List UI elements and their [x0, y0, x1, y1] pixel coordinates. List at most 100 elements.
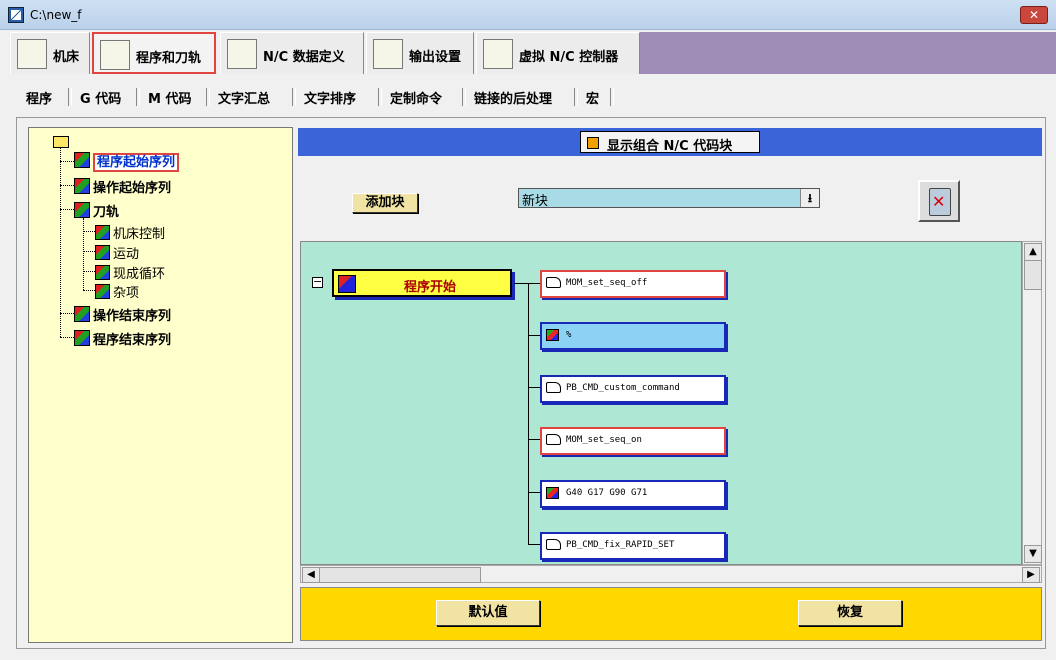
sequence-cube-icon: [74, 202, 90, 218]
sequence-tree: 程序起始序列 操作起始序列 刀轨 机床控制 运动 现成循环 杂项 操作结束序列 …: [28, 127, 293, 643]
connector-line: [528, 283, 540, 284]
tree-line: [60, 185, 74, 186]
sequence-cube-icon: [95, 245, 110, 260]
tab-bar-filler: [640, 32, 1056, 74]
subtab-m-code[interactable]: M 代码: [148, 88, 191, 107]
tab-machine-tool[interactable]: 机床: [10, 32, 90, 74]
trash-button[interactable]: ✕: [918, 180, 960, 222]
block-label: MOM_set_seq_on: [566, 435, 642, 445]
connector-line: [514, 283, 528, 284]
program-start-event[interactable]: 程序开始: [332, 269, 512, 297]
tree-item-label: 刀轨: [93, 205, 120, 220]
cube-icon: [546, 329, 559, 341]
tab-separator: [292, 88, 296, 106]
dropdown-arrow-icon[interactable]: ⭳: [800, 189, 819, 207]
subtab-macro[interactable]: 宏: [586, 88, 599, 107]
machine-tool-icon: [17, 39, 47, 69]
tree-item-program-end-sequence[interactable]: 程序结束序列: [74, 329, 171, 348]
block-g40-g17-g90-g71[interactable]: G40 G17 G90 G71: [540, 480, 726, 508]
hand-icon: [546, 277, 561, 288]
subtab-program[interactable]: 程序: [26, 88, 52, 107]
connector-line: [528, 492, 540, 493]
collapse-toggle[interactable]: −: [312, 276, 323, 288]
block-mom-set-seq-off[interactable]: MOM_set_seq_off: [540, 270, 726, 298]
show-combined-label: 显示组合 N/C 代码块: [607, 139, 733, 154]
scroll-down-icon[interactable]: ▼: [1024, 545, 1042, 563]
tab-label: N/C 数据定义: [263, 50, 345, 65]
hand-icon: [546, 539, 561, 550]
scroll-thumb[interactable]: [1024, 260, 1042, 290]
block-mom-set-seq-on[interactable]: MOM_set_seq_on: [540, 427, 726, 455]
subtab-linked-post[interactable]: 链接的后处理: [474, 88, 552, 107]
sub-tab-bar: 程序 G 代码 M 代码 文字汇总 文字排序 定制命令 链接的后处理 宏: [12, 84, 632, 112]
tree-item-canned-cycle[interactable]: 现成循环: [95, 263, 165, 282]
tree-item-label: 程序结束序列: [93, 333, 172, 348]
tree-line: [60, 147, 61, 337]
restore-button[interactable]: 恢复: [798, 600, 902, 626]
block-label: PB_CMD_fix_RAPID_SET: [566, 540, 675, 550]
connector-line: [528, 283, 529, 545]
new-block-dropdown[interactable]: 新块 ⭳: [518, 188, 820, 209]
block-percent[interactable]: %: [540, 322, 726, 350]
tab-label: 程序和刀轨: [136, 51, 202, 66]
tree-line: [60, 337, 74, 338]
tab-label: 虚拟 N/C 控制器: [519, 50, 619, 65]
block-pb-cmd-custom-command[interactable]: PB_CMD_custom_command: [540, 375, 726, 403]
tab-output-settings[interactable]: 输出设置: [366, 32, 474, 74]
connector-line: [528, 544, 540, 545]
tab-separator: [610, 88, 614, 106]
cube-icon: [546, 487, 559, 499]
tree-item-label: 杂项: [113, 286, 140, 301]
tree-item-misc[interactable]: 杂项: [95, 282, 139, 301]
tree-item-motion[interactable]: 运动: [95, 243, 139, 262]
block-label: MOM_set_seq_off: [566, 278, 648, 288]
tab-program-and-toolpath[interactable]: 程序和刀轨: [92, 32, 216, 74]
scroll-right-icon[interactable]: ▶: [1022, 567, 1040, 583]
tree-item-label: 操作起始序列: [93, 181, 172, 196]
tab-separator: [462, 88, 466, 106]
tree-item-operation-end-sequence[interactable]: 操作结束序列: [74, 305, 171, 324]
footer-bar: [300, 587, 1042, 641]
tab-virtual-nc-controller[interactable]: 虚拟 N/C 控制器: [476, 32, 640, 74]
block-pb-cmd-fix-rapid-set[interactable]: PB_CMD_fix_RAPID_SET: [540, 532, 726, 560]
scroll-left-icon[interactable]: ◀: [302, 567, 320, 583]
tree-item-label: 现成循环: [113, 267, 166, 282]
tree-line: [83, 231, 95, 232]
tab-label: 输出设置: [409, 50, 462, 65]
close-button[interactable]: ✕: [1020, 6, 1048, 24]
tree-item-operation-start-sequence[interactable]: 操作起始序列: [74, 177, 171, 196]
window-title: C:\new_f: [30, 8, 82, 22]
connector-line: [528, 387, 540, 388]
connector-line: [528, 335, 540, 336]
subtab-custom-command[interactable]: 定制命令: [390, 88, 442, 107]
subtab-g-code[interactable]: G 代码: [80, 88, 121, 107]
title-bar: C:\new_f ✕: [0, 0, 1056, 30]
tree-item-toolpath[interactable]: 刀轨: [74, 201, 119, 220]
subtab-word-sequencing[interactable]: 文字排序: [304, 88, 356, 107]
default-button[interactable]: 默认值: [436, 600, 540, 626]
app-icon: [8, 7, 24, 23]
vertical-scrollbar[interactable]: ▲ ▼: [1022, 241, 1042, 565]
horizontal-scrollbar[interactable]: ◀ ▶: [300, 565, 1042, 583]
tab-label: 机床: [53, 50, 80, 65]
scroll-thumb[interactable]: [319, 567, 481, 583]
tree-line: [83, 271, 95, 272]
controller-icon: [483, 39, 513, 69]
tree-item-program-start-sequence[interactable]: 程序起始序列: [74, 151, 180, 172]
show-combined-checkbox[interactable]: 显示组合 N/C 代码块: [580, 131, 760, 154]
tab-separator: [68, 88, 72, 106]
subtab-word-summary[interactable]: 文字汇总: [218, 88, 270, 107]
hand-icon: [546, 382, 561, 393]
block-label: G40 G17 G90 G71: [566, 488, 648, 498]
scroll-up-icon[interactable]: ▲: [1024, 243, 1042, 261]
main-tab-bar: 机床 程序和刀轨 N/C 数据定义 输出设置 虚拟 N/C 控制器: [0, 30, 1056, 76]
add-block-button[interactable]: 添加块: [352, 193, 418, 213]
sequence-cube-icon: [95, 225, 110, 240]
tab-nc-data-definition[interactable]: N/C 数据定义: [220, 32, 364, 74]
tree-item-machine-control[interactable]: 机床控制: [95, 223, 165, 242]
nc-data-icon: [227, 39, 257, 69]
tree-item-label: 运动: [113, 247, 140, 262]
delete-x-icon: ✕: [932, 192, 946, 211]
tree-item-label: 程序起始序列: [93, 153, 180, 172]
new-block-value: 新块: [522, 194, 549, 209]
